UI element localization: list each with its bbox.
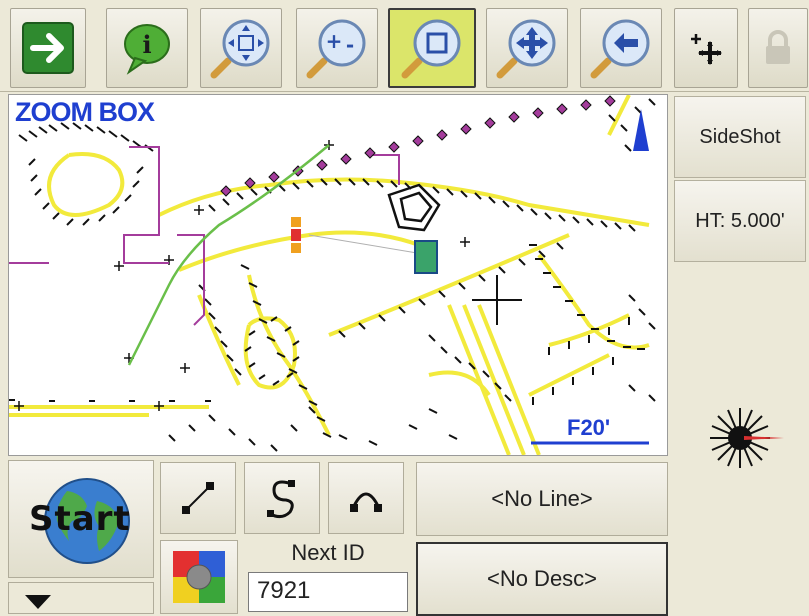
svg-text:-: - [346, 33, 354, 57]
target-marker [633, 109, 649, 151]
crosshair-cursor [472, 275, 522, 325]
svg-text:+: + [326, 29, 343, 53]
zoom-extents-button[interactable] [200, 8, 282, 88]
start-button[interactable]: Start [8, 460, 154, 578]
map-canvas[interactable]: ZOOM BOX F20' [8, 94, 668, 456]
control-marker-top [291, 217, 301, 227]
sideshot-button[interactable]: SideShot [674, 96, 806, 178]
pan-button[interactable] [486, 8, 568, 88]
description-select-button[interactable]: <No Desc> [416, 542, 668, 616]
lock-button[interactable] [748, 8, 808, 88]
line-select-button[interactable]: <No Line> [416, 462, 668, 536]
scale-label: F20' [567, 415, 611, 440]
layer-color-button[interactable] [160, 540, 238, 614]
layer-palette-icon [173, 551, 225, 603]
zoom-in-out-button[interactable]: + - [296, 8, 378, 88]
pan-icon [496, 19, 556, 79]
control-marker-bottom [291, 243, 301, 253]
instrument-marker [414, 240, 438, 274]
zoom-box-icon [401, 19, 461, 79]
next-id-label: Next ID [291, 540, 365, 565]
zoom-in-out-icon: + - [306, 19, 366, 79]
boundary-lines [9, 146, 400, 326]
zoom-previous-button[interactable] [580, 8, 662, 88]
arc-icon [350, 492, 382, 512]
zoom-extents-icon [210, 19, 270, 79]
svg-text:i: i [142, 30, 151, 59]
add-point-button[interactable] [674, 8, 738, 88]
app-window: i + - ZOOM BOX F20' SideShot HT: 5.000' … [0, 0, 809, 616]
description-select-label: <No Desc> [486, 566, 598, 591]
compass-icon [710, 408, 784, 468]
menu-dropdown-button[interactable] [8, 582, 154, 614]
spline-icon [267, 480, 295, 519]
chevron-down-icon [25, 595, 51, 609]
start-label: Start [29, 499, 131, 539]
next-id-input[interactable]: 7921 [248, 572, 408, 612]
green-right-arrow-icon [22, 22, 74, 74]
building-outlines [387, 183, 441, 232]
map-mode-label: ZOOM BOX [15, 97, 155, 127]
survey-map-drawing [9, 95, 656, 455]
height-label: HT: 5.000' [695, 209, 785, 232]
lock-icon [766, 30, 790, 64]
sideshot-label: SideShot [699, 125, 781, 148]
height-button[interactable]: HT: 5.000' [674, 180, 806, 262]
zoom-previous-icon [590, 19, 650, 79]
control-marker-mid [291, 229, 301, 241]
toolbar: i + - [0, 0, 809, 92]
reference-line [308, 234, 430, 256]
zoom-box-button[interactable] [388, 8, 476, 88]
boundary-diamonds [220, 95, 616, 197]
exit-button[interactable] [10, 8, 86, 88]
info-button[interactable]: i [106, 8, 188, 88]
straight-line-icon [182, 482, 214, 514]
spline-tool-button[interactable] [244, 462, 320, 534]
info-bubble-icon: i [124, 24, 170, 75]
line-tool-button[interactable] [160, 462, 236, 534]
survey-tick-marks [9, 98, 656, 452]
add-points-icon [691, 34, 722, 65]
line-select-label: <No Line> [491, 486, 593, 511]
arc-tool-button[interactable] [328, 462, 404, 534]
